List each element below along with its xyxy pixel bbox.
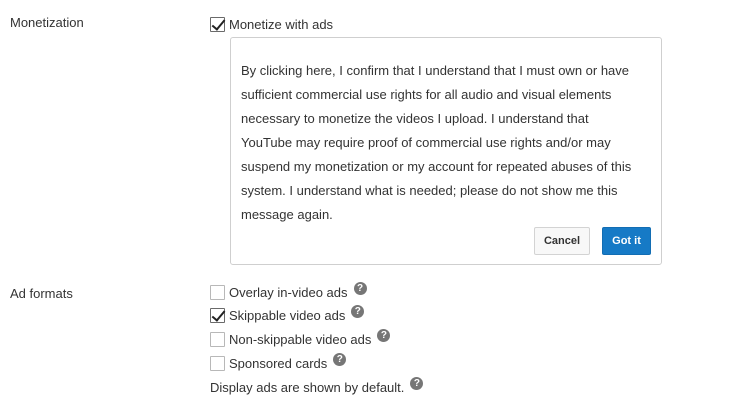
display-ads-default-text: Display ads are shown by default. — [210, 379, 405, 395]
skippable-video-ads-label: Skippable video ads — [229, 307, 346, 323]
monetize-with-ads-checkbox[interactable] — [210, 15, 226, 32]
commercial-rights-confirm-dialog: By clicking here, I confirm that I under… — [230, 37, 662, 265]
help-icon[interactable]: ? — [353, 281, 367, 295]
monetization-label: Monetization — [10, 15, 84, 30]
monetize-with-ads-row[interactable]: Monetize with ads — [210, 15, 333, 33]
ad-format-sponsored-cards-row[interactable]: Sponsored cards ? — [210, 352, 347, 372]
help-icon[interactable]: ? — [377, 328, 391, 342]
ad-format-non-skippable-row[interactable]: Non-skippable video ads ? — [210, 328, 391, 348]
help-icon[interactable]: ? — [410, 376, 424, 390]
checkmark-icon — [211, 15, 226, 31]
ad-format-overlay-row[interactable]: Overlay in-video ads ? — [210, 281, 367, 301]
monetize-with-ads-label: Monetize with ads — [229, 16, 334, 32]
help-icon[interactable]: ? — [351, 304, 365, 318]
got-it-button[interactable]: Got it — [602, 227, 651, 255]
ad-format-skippable-row[interactable]: Skippable video ads ? — [210, 304, 365, 324]
skippable-video-ads-checkbox[interactable] — [210, 306, 226, 323]
non-skippable-video-ads-label: Non-skippable video ads — [229, 331, 372, 347]
help-icon[interactable]: ? — [333, 352, 347, 366]
ad-formats-label: Ad formats — [10, 286, 73, 301]
cancel-button[interactable]: Cancel — [534, 227, 590, 255]
sponsored-cards-label: Sponsored cards — [229, 355, 328, 371]
commercial-rights-message: By clicking here, I confirm that I under… — [241, 63, 632, 222]
sponsored-cards-checkbox[interactable] — [210, 355, 225, 371]
overlay-in-video-ads-label: Overlay in-video ads — [229, 284, 348, 300]
non-skippable-video-ads-checkbox[interactable] — [210, 331, 225, 347]
display-ads-default-note: Display ads are shown by default. ? — [210, 376, 424, 396]
checkmark-icon — [211, 306, 226, 322]
overlay-in-video-ads-checkbox[interactable] — [210, 284, 225, 300]
